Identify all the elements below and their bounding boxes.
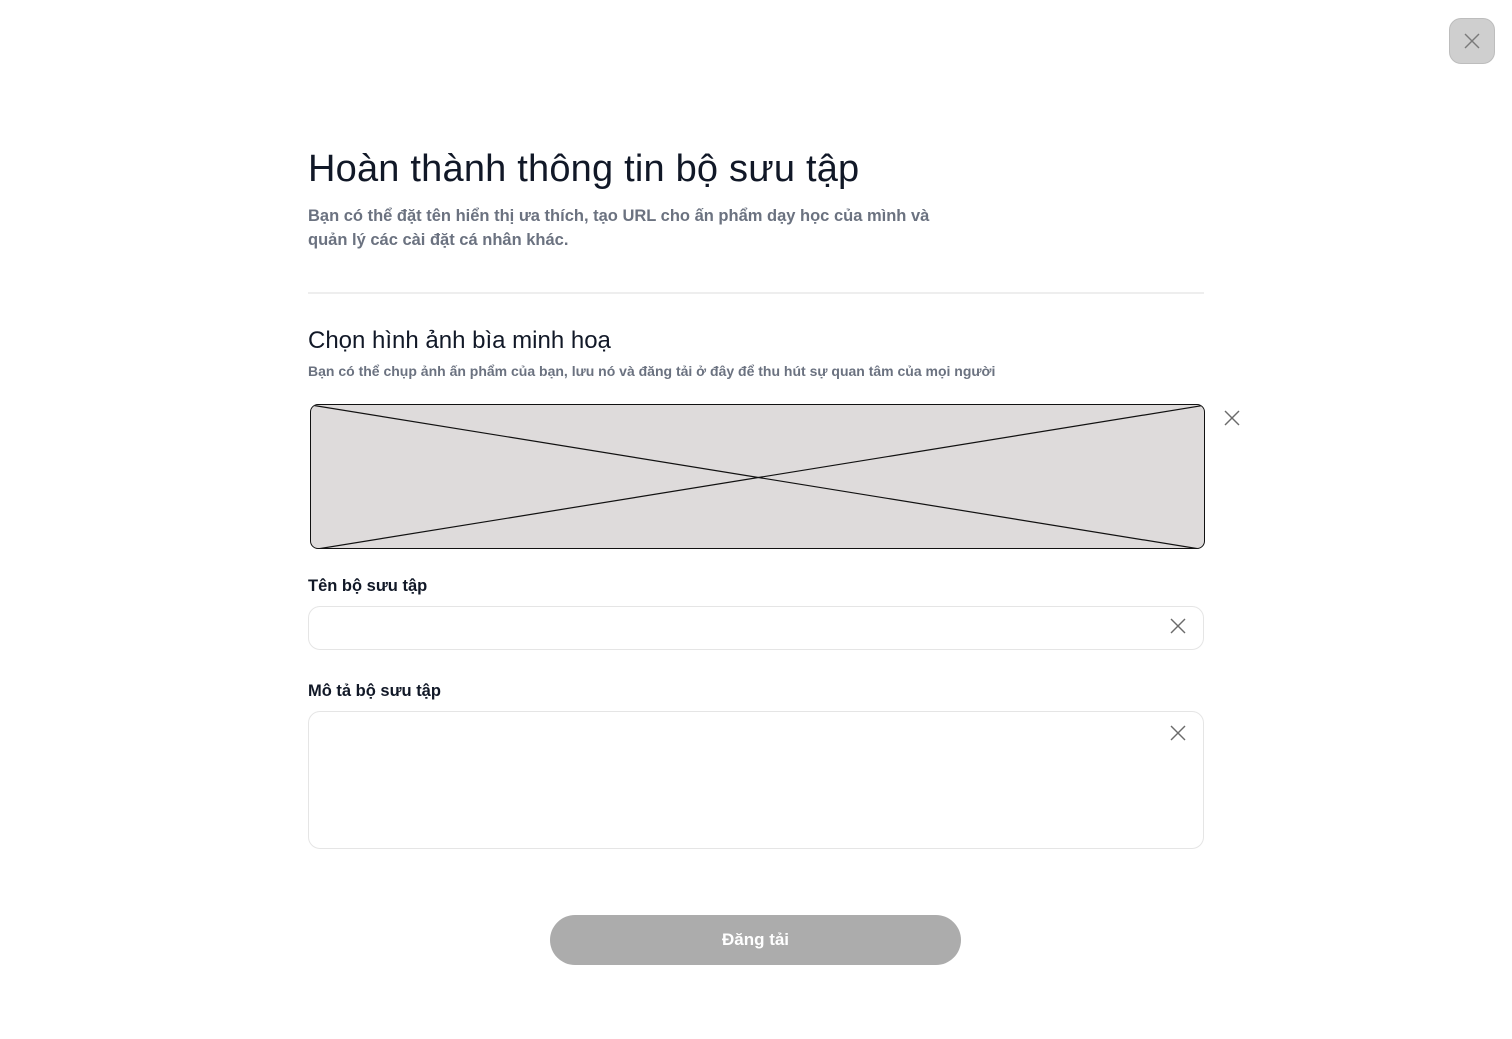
submit-button[interactable]: Đăng tải xyxy=(550,915,961,965)
image-placeholder-icon xyxy=(311,405,1204,548)
cover-section-title: Chọn hình ảnh bìa minh hoạ xyxy=(308,327,611,354)
collection-name-label: Tên bộ sưu tập xyxy=(308,577,428,595)
collection-description-input[interactable] xyxy=(308,711,1204,849)
remove-cover-button[interactable] xyxy=(1222,408,1242,428)
collection-description-label: Mô tả bộ sưu tập xyxy=(308,682,441,700)
close-icon xyxy=(1170,618,1186,634)
close-modal-button[interactable] xyxy=(1449,18,1495,64)
clear-name-button[interactable] xyxy=(1168,616,1188,636)
close-icon xyxy=(1464,33,1480,49)
close-icon xyxy=(1224,410,1240,426)
close-icon xyxy=(1170,725,1186,741)
cover-image-upload[interactable] xyxy=(310,404,1205,549)
collection-name-input[interactable] xyxy=(308,606,1204,650)
page-subtitle: Bạn có thể đặt tên hiển thị ưa thích, tạ… xyxy=(308,207,930,249)
page-title: Hoàn thành thông tin bộ sưu tập xyxy=(308,148,860,190)
cover-section-subtitle: Bạn có thể chụp ảnh ấn phẩm của bạn, lưu… xyxy=(308,363,996,379)
divider xyxy=(308,292,1204,294)
clear-description-button[interactable] xyxy=(1168,723,1188,743)
